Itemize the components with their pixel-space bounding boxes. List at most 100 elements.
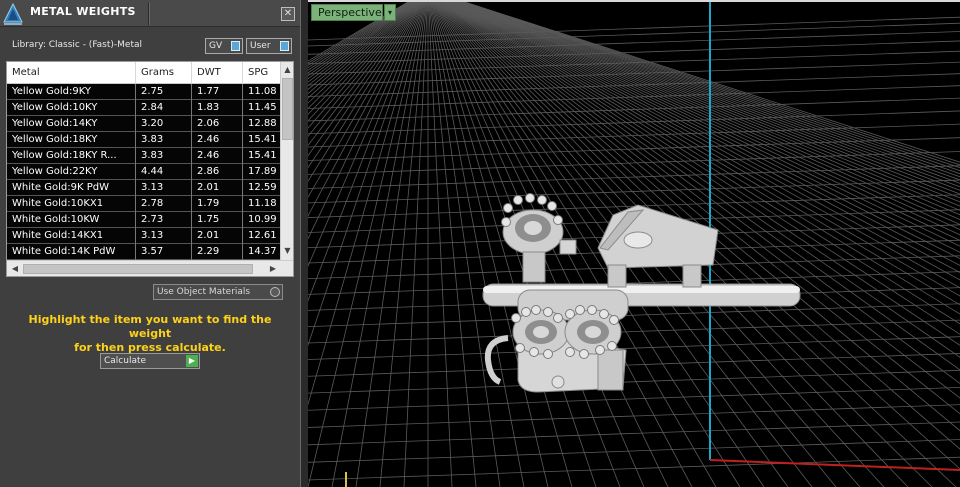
- view-name-label[interactable]: Perspective: [311, 4, 383, 21]
- column-header-grams[interactable]: Grams: [136, 62, 192, 84]
- prong-ball: [553, 215, 563, 225]
- table-row[interactable]: Yellow Gold:18KY R... 3.83 2.46 15.41: [7, 148, 280, 164]
- table-row[interactable]: Yellow Gold:22KY 4.44 2.86 17.89: [7, 164, 280, 180]
- title-separator: [148, 3, 150, 25]
- scroll-left-arrow-icon[interactable]: ◀: [9, 263, 21, 275]
- cell-spg: 14.37: [248, 246, 277, 257]
- cell-spg: 15.41: [248, 150, 277, 161]
- table-row[interactable]: White Gold:14K PdW 3.57 2.29 14.37: [7, 244, 280, 260]
- prong-ball: [525, 193, 535, 203]
- use-object-materials-option[interactable]: Use Object Materials: [153, 284, 283, 300]
- cell-dwt: 1.75: [192, 212, 243, 228]
- vertical-scroll-thumb[interactable]: [282, 78, 293, 140]
- gv-toggle-knob: [231, 41, 240, 51]
- column-header-spg[interactable]: SPG: [243, 62, 280, 84]
- cell-grams: 3.83: [136, 148, 192, 164]
- table-body: Yellow Gold:9KY 2.75 1.77 11.08 Yellow G…: [7, 84, 280, 260]
- prong-ball: [515, 343, 525, 353]
- table-vertical-scrollbar[interactable]: ▲ ▼: [280, 62, 293, 260]
- radio-button-icon[interactable]: [270, 287, 280, 297]
- cell-metal: Yellow Gold:9KY: [7, 84, 136, 100]
- user-toggle-label: User: [250, 41, 271, 51]
- cell-spg: 12.61: [248, 230, 277, 241]
- table-row[interactable]: Yellow Gold:9KY 2.75 1.77 11.08: [7, 84, 280, 100]
- library-label: Library: Classic - (Fast)-Metal: [12, 40, 143, 50]
- instruction-text: Highlight the item you want to find the …: [10, 313, 290, 355]
- cell-dwt: 2.01: [192, 180, 243, 196]
- cell-spg: 15.41: [248, 134, 277, 145]
- cell-spg: 11.08: [248, 86, 277, 97]
- cell-spg: 12.59: [248, 182, 277, 193]
- use-object-materials-label: Use Object Materials: [157, 287, 251, 297]
- table-horizontal-scrollbar[interactable]: ◀ ▶: [7, 260, 293, 276]
- user-toggle[interactable]: User: [246, 38, 292, 54]
- cell-metal: White Gold:10KW: [7, 212, 136, 228]
- prong-ball: [537, 195, 547, 205]
- prong-ball: [607, 341, 617, 351]
- cell-dwt: 1.77: [192, 84, 243, 100]
- cell-grams: 3.13: [136, 228, 192, 244]
- table-row[interactable]: Yellow Gold:10KY 2.84 1.83 11.45: [7, 100, 280, 116]
- table-row[interactable]: White Gold:10KW 2.73 1.75 10.99: [7, 212, 280, 228]
- metal-table: Metal Grams DWT SPG Yellow Gold:9KY 2.75…: [6, 61, 294, 277]
- cell-grams: 2.78: [136, 196, 192, 212]
- table-row[interactable]: White Gold:9K PdW 3.13 2.01 12.59: [7, 180, 280, 196]
- calculate-button[interactable]: Calculate ▶: [100, 353, 200, 369]
- prong-ball: [511, 313, 521, 323]
- cell-metal: White Gold:9K PdW: [7, 180, 136, 196]
- table-row[interactable]: Yellow Gold:14KY 3.20 2.06 12.88: [7, 116, 280, 132]
- user-toggle-knob: [280, 41, 289, 51]
- cell-dwt: 1.79: [192, 196, 243, 212]
- instruction-line-1: Highlight the item you want to find the …: [28, 313, 272, 340]
- table-row[interactable]: Yellow Gold:18KY 3.83 2.46 15.41: [7, 132, 280, 148]
- cell-metal: Yellow Gold:10KY: [7, 100, 136, 116]
- view-dropdown-icon[interactable]: ▾: [384, 4, 396, 21]
- prong-ball: [543, 349, 553, 359]
- prong-ball: [599, 309, 609, 319]
- prong-ball: [565, 309, 575, 319]
- cell-dwt: 1.83: [192, 100, 243, 116]
- cell-metal: Yellow Gold:14KY: [7, 116, 136, 132]
- cell-grams: 3.20: [136, 116, 192, 132]
- scroll-down-arrow-icon[interactable]: ▼: [281, 245, 293, 257]
- prong-ball: [565, 347, 575, 357]
- prong-ball: [595, 345, 605, 355]
- play-arrow-icon: ▶: [186, 355, 198, 367]
- table-row[interactable]: White Gold:14KX1 3.13 2.01 12.61: [7, 228, 280, 244]
- close-button[interactable]: ✕: [281, 7, 295, 21]
- cell-dwt: 2.29: [192, 244, 243, 260]
- prong-ball: [521, 307, 531, 317]
- cell-dwt: 2.86: [192, 164, 243, 180]
- 3d-viewport[interactable]: Perspective ▾: [308, 0, 960, 487]
- metal-weights-panel: METAL WEIGHTS ✕ Library: Classic - (Fast…: [0, 0, 300, 487]
- prong-ball: [553, 313, 563, 323]
- cell-metal: White Gold:14KX1: [7, 228, 136, 244]
- cell-spg: 10.99: [248, 214, 277, 225]
- cell-grams: 2.75: [136, 84, 192, 100]
- prong-ball: [543, 307, 553, 317]
- cell-metal: Yellow Gold:18KY R...: [7, 148, 136, 164]
- column-header-dwt[interactable]: DWT: [192, 62, 243, 84]
- gv-toggle[interactable]: GV: [205, 38, 243, 54]
- prong-ball: [531, 305, 541, 315]
- prong-ball: [529, 347, 539, 357]
- scroll-right-arrow-icon[interactable]: ▶: [267, 263, 279, 275]
- cell-grams: 2.73: [136, 212, 192, 228]
- panel-splitter[interactable]: [300, 0, 308, 487]
- horizontal-scroll-thumb[interactable]: [23, 264, 253, 274]
- cell-dwt: 2.46: [192, 148, 243, 164]
- column-header-metal[interactable]: Metal: [7, 62, 136, 84]
- cell-metal: White Gold:14K PdW: [7, 244, 136, 260]
- jewelry-model[interactable]: [308, 0, 960, 487]
- table-header: Metal Grams DWT SPG: [7, 62, 280, 84]
- prong-ball: [609, 315, 619, 325]
- panel-titlebar: METAL WEIGHTS ✕: [0, 0, 300, 27]
- gv-toggle-label: GV: [209, 41, 223, 51]
- panel-title: METAL WEIGHTS: [30, 5, 136, 18]
- calculate-label: Calculate: [104, 356, 147, 366]
- cell-spg: 17.89: [248, 166, 277, 177]
- prong-ball: [587, 305, 597, 315]
- cell-grams: 3.83: [136, 132, 192, 148]
- table-row[interactable]: White Gold:10KX1 2.78 1.79 11.18: [7, 196, 280, 212]
- scroll-up-arrow-icon[interactable]: ▲: [281, 64, 293, 76]
